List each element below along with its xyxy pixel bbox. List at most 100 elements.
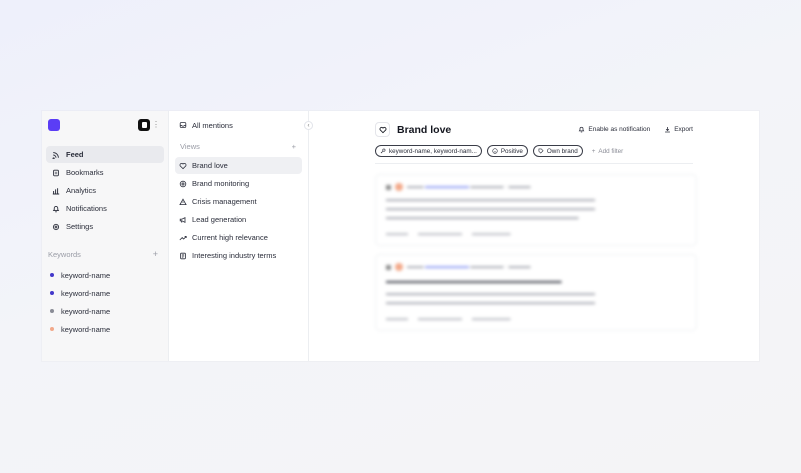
view-item-interesting-industry-terms[interactable]: Interesting industry terms [175, 247, 302, 264]
sidebar-item-feed[interactable]: Feed [46, 146, 164, 163]
key-icon [380, 148, 386, 154]
bell-icon [52, 205, 60, 212]
sentiment-filter-label: Positive [500, 147, 523, 155]
gear-icon [52, 223, 60, 230]
divider [375, 163, 693, 164]
sentiment-filter-chip[interactable]: Positive [486, 145, 528, 157]
bookmark-icon [53, 169, 59, 176]
avatar [395, 263, 403, 271]
view-item-crisis-management[interactable]: Crisis management [175, 193, 302, 210]
tag-icon [538, 148, 544, 154]
keyword-filter-label: keyword-name, keyword-nam... [389, 147, 477, 155]
view-item-current-high-relevance[interactable]: Current high relevance [175, 229, 302, 246]
brand-logo[interactable] [48, 119, 60, 131]
all-mentions-item[interactable]: All mentions [175, 118, 302, 132]
main-content: Brand love Enable as notification Export… [309, 111, 759, 361]
view-item-label: Crisis management [192, 197, 257, 206]
all-mentions-label: All mentions [192, 120, 233, 130]
mention-card-header: ▬▬▬ ▬▬▬▬▬▬▬▬ ▬▬▬▬▬▬ · ▬▬▬▬ [386, 183, 686, 191]
export-button[interactable]: Export [664, 126, 693, 133]
mention-card[interactable]: ▬▬▬ ▬▬▬▬▬▬▬▬ ▬▬▬▬▬▬ · ▬▬▬▬ ▬▬▬▬▬▬▬▬▬▬▬▬▬… [375, 254, 697, 331]
brand-filter-chip[interactable]: Own brand [532, 145, 583, 157]
enable-notification-label: Enable as notification [588, 126, 651, 133]
collapse-panel-button[interactable]: ‹ [304, 121, 313, 130]
filter-bar: keyword-name, keyword-nam... Positive Ow… [375, 145, 759, 157]
warning-icon [179, 197, 187, 205]
keyword-color-dot [50, 327, 54, 331]
keyword-color-dot [50, 273, 54, 277]
add-keyword-icon[interactable]: + [153, 249, 158, 259]
heart-icon [379, 126, 386, 133]
workspace-icon[interactable] [138, 119, 150, 131]
bar-chart-icon [52, 187, 60, 195]
megaphone-icon [179, 216, 186, 223]
sidebar-header: ⋮ [46, 118, 164, 132]
keyword-label: keyword-name [61, 306, 111, 316]
mention-actions-placeholder: ▬▬▬▬ ▬▬▬▬▬▬▬▬ ▬▬▬▬▬▬▬ [386, 231, 511, 237]
keyword-label: keyword-name [61, 324, 111, 334]
add-view-icon[interactable]: + [292, 142, 296, 151]
header-actions: Enable as notification Export [578, 126, 693, 133]
sidebar-item-label: Feed [66, 150, 84, 159]
app-window: ⋮ Feed Bookmarks Analytics Notifications [42, 111, 759, 361]
export-label: Export [674, 126, 693, 133]
sidebar-item-label: Analytics [66, 186, 97, 195]
keyword-label: keyword-name [61, 288, 111, 298]
view-item-label: Interesting industry terms [192, 251, 277, 260]
mention-card[interactable]: ▬▬▬ ▬▬▬▬▬▬▬▬ ▬▬▬▬▬▬ · ▬▬▬▬ ▬▬▬▬▬▬▬▬▬▬▬▬▬… [375, 174, 697, 246]
source-icon [386, 264, 391, 270]
keyword-item[interactable]: keyword-name [46, 320, 164, 338]
view-item-brand-love[interactable]: Brand love [175, 157, 302, 174]
add-filter-label: Add filter [598, 147, 624, 155]
keywords-heading: Keywords [48, 249, 81, 259]
mention-meta-placeholder: ▬▬▬ ▬▬▬▬▬▬▬▬ ▬▬▬▬▬▬ · ▬▬▬▬ [407, 264, 531, 270]
keyword-color-dot [50, 291, 54, 295]
views-section-header: Views + [175, 142, 302, 151]
at-sign-icon [179, 180, 187, 187]
keyword-color-dot [50, 309, 54, 313]
view-item-label: Brand monitoring [192, 179, 250, 188]
bell-icon [579, 126, 585, 133]
enable-notification-button[interactable]: Enable as notification [578, 126, 650, 133]
view-item-label: Brand love [192, 161, 228, 170]
keyword-item[interactable]: keyword-name [46, 302, 164, 320]
smile-icon [492, 148, 498, 154]
sidebar-item-bookmarks[interactable]: Bookmarks [46, 164, 164, 181]
document-icon [180, 252, 186, 259]
main-nav: Feed Bookmarks Analytics Notifications S… [46, 146, 164, 235]
sidebar: ⋮ Feed Bookmarks Analytics Notifications [42, 111, 169, 361]
heart-icon [179, 162, 187, 169]
view-header: Brand love Enable as notification Export [375, 122, 693, 137]
rss-icon [52, 151, 59, 159]
add-filter-button[interactable]: + Add filter [592, 148, 624, 155]
mention-body-placeholder: ▬▬▬▬▬▬▬▬▬▬▬▬▬▬▬▬▬▬▬▬▬▬▬▬▬▬▬▬▬▬▬▬▬▬▬▬▬▬ ▬▬… [386, 197, 595, 221]
mention-meta-placeholder: ▬▬▬ ▬▬▬▬▬▬▬▬ ▬▬▬▬▬▬ · ▬▬▬▬ [407, 184, 531, 190]
keyword-item[interactable]: keyword-name [46, 266, 164, 284]
sidebar-item-notifications[interactable]: Notifications [46, 200, 164, 217]
trend-up-icon [179, 235, 187, 240]
more-icon[interactable]: ⋮ [152, 121, 160, 129]
views-panel: ‹ All mentions Views + Brand love Brand … [169, 111, 313, 361]
source-icon [386, 184, 391, 190]
download-icon [665, 127, 671, 133]
mention-feed: ▬▬▬ ▬▬▬▬▬▬▬▬ ▬▬▬▬▬▬ · ▬▬▬▬ ▬▬▬▬▬▬▬▬▬▬▬▬▬… [375, 174, 697, 331]
plus-icon: + [591, 147, 596, 155]
keyword-list: keyword-name keyword-name keyword-name k… [46, 266, 164, 338]
sidebar-item-settings[interactable]: Settings [46, 218, 164, 235]
mention-body-placeholder: ▬▬▬▬▬▬▬▬▬▬▬▬▬▬▬▬▬▬▬▬▬▬▬▬▬▬▬▬▬▬▬▬▬▬▬▬▬▬ ▬▬… [386, 291, 595, 306]
view-item-label: Current high relevance [192, 233, 268, 242]
views-list: Brand love Brand monitoring Crisis manag… [175, 157, 302, 264]
view-icon-box [375, 122, 390, 137]
keyword-item[interactable]: keyword-name [46, 284, 164, 302]
sidebar-item-analytics[interactable]: Analytics [46, 182, 164, 199]
mention-title-placeholder: ▬▬▬▬▬▬▬▬▬▬▬▬▬▬▬▬▬▬▬▬▬▬▬▬▬▬▬ [386, 278, 562, 285]
avatar [395, 183, 403, 191]
mention-card-header: ▬▬▬ ▬▬▬▬▬▬▬▬ ▬▬▬▬▬▬ · ▬▬▬▬ [386, 263, 686, 271]
brand-filter-label: Own brand [546, 147, 578, 155]
sidebar-item-label: Settings [66, 222, 94, 231]
view-item-brand-monitoring[interactable]: Brand monitoring [175, 175, 302, 192]
view-item-label: Lead generation [192, 215, 247, 224]
view-item-lead-generation[interactable]: Lead generation [175, 211, 302, 228]
keyword-label: keyword-name [61, 270, 111, 280]
keyword-filter-chip[interactable]: keyword-name, keyword-nam... [375, 145, 482, 157]
